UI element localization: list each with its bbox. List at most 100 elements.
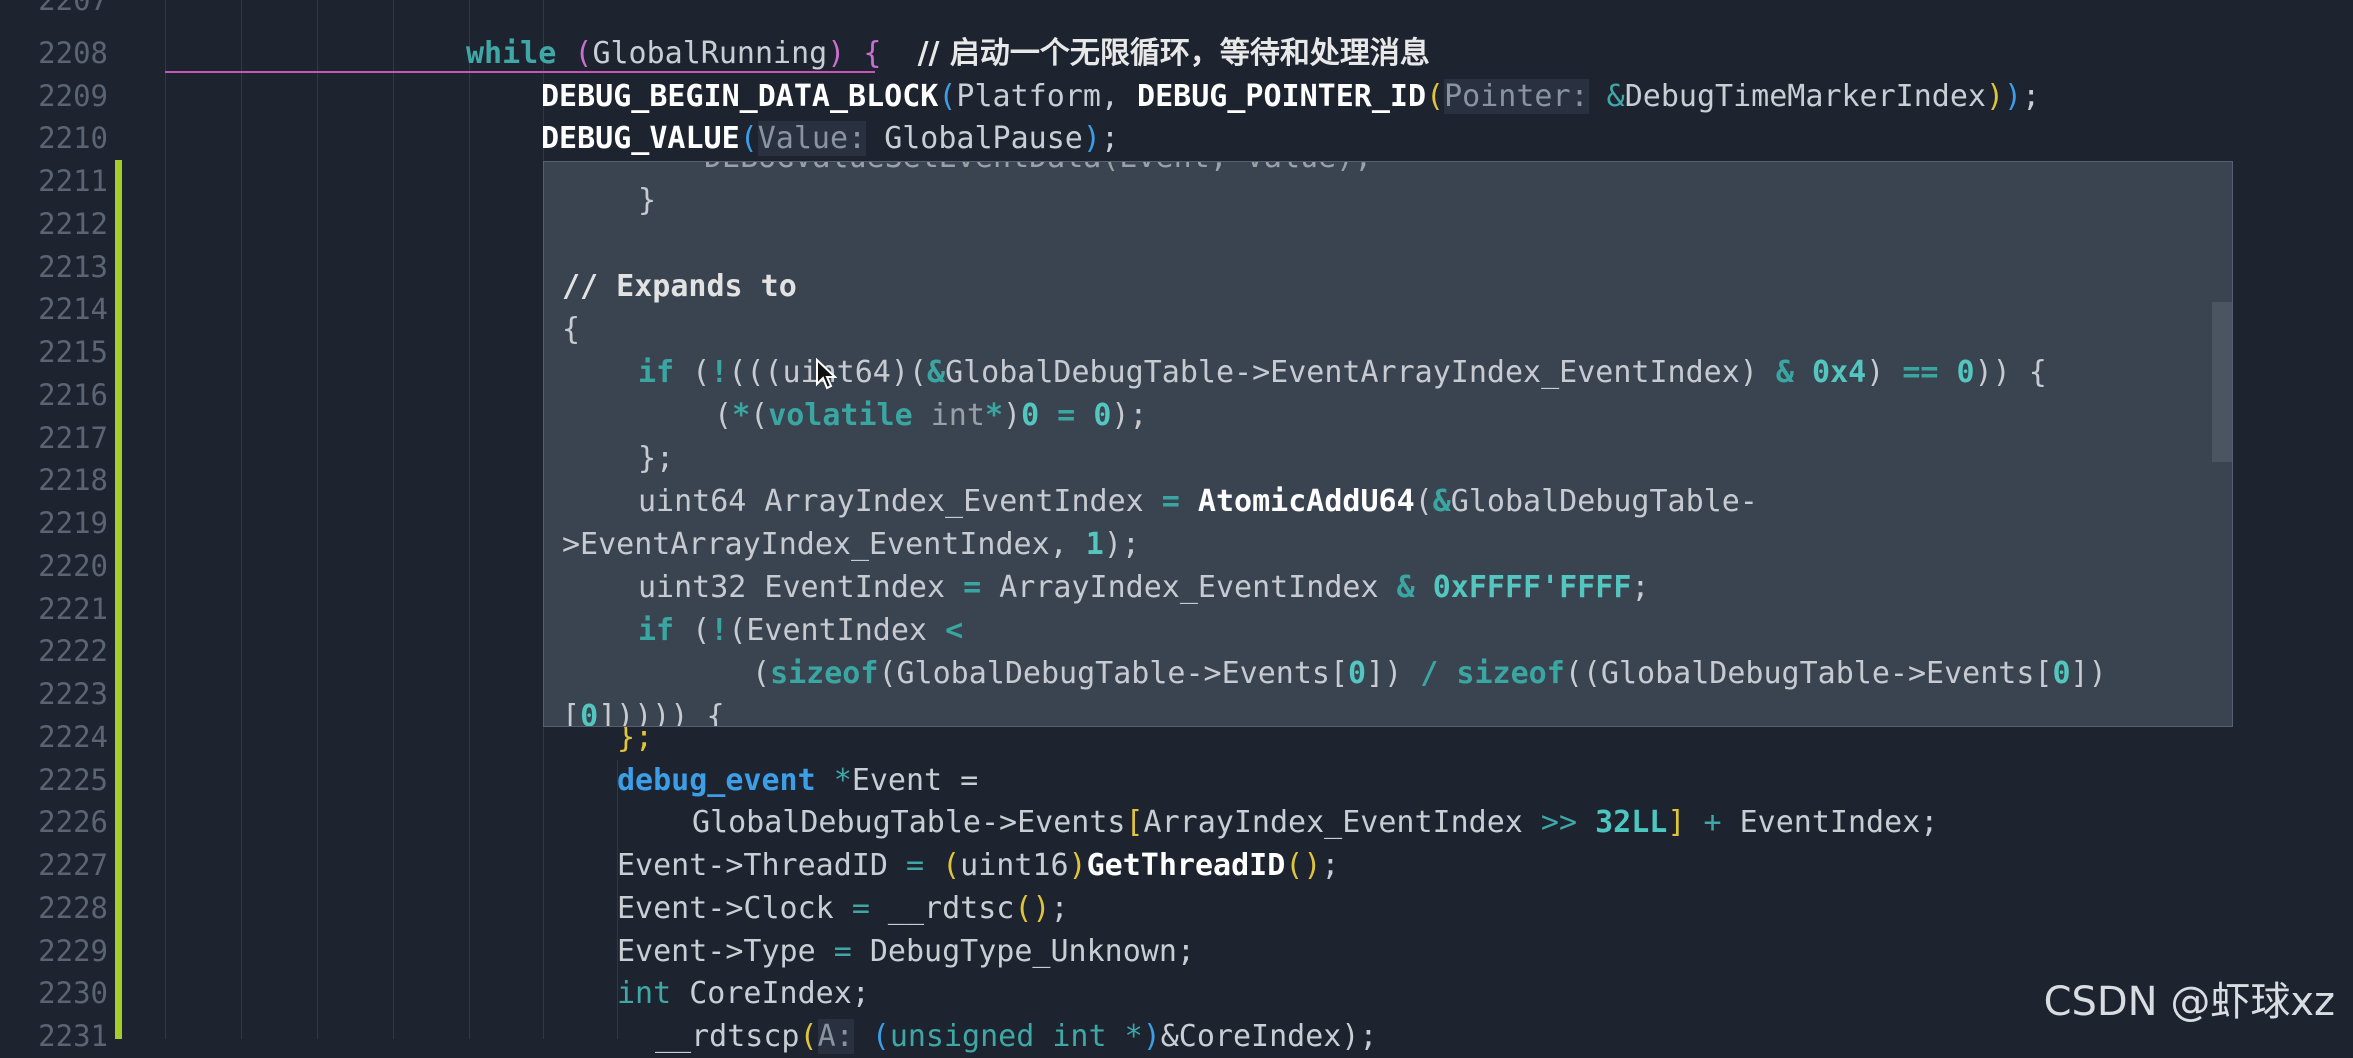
function-name: AtomicAddU64: [1179, 484, 1415, 519]
bracket: ]: [1667, 805, 1686, 840]
identifier: (GlobalDebugTable->Events[: [878, 656, 1349, 691]
expr: GlobalDebugTable->EventArrayIndex_EventI…: [945, 355, 1776, 390]
line-number: 2231: [38, 1019, 108, 1053]
paren: (: [924, 848, 961, 883]
paren: (: [574, 36, 593, 71]
paren: (: [674, 355, 711, 390]
line-number: 2211: [38, 164, 108, 198]
code-line-2209[interactable]: DEBUG_BEGIN_DATA_BLOCK(Platform, DEBUG_P…: [541, 75, 2040, 118]
number: 0: [2052, 656, 2071, 691]
code-line-2226[interactable]: GlobalDebugTable->Events[ArrayIndex_Even…: [692, 801, 1938, 844]
operator: *: [984, 398, 1003, 433]
paren: );: [1111, 398, 1148, 433]
paren: (: [750, 398, 769, 433]
line-number: 2221: [38, 592, 108, 626]
inlay-hint: Value:: [757, 121, 867, 156]
bracket: [: [562, 699, 581, 727]
semicolon: ;: [1631, 570, 1650, 605]
operator: *: [815, 763, 852, 798]
line-number: 2208: [38, 36, 108, 70]
popup-line: {: [562, 312, 581, 347]
semicolon: ;: [2022, 79, 2041, 114]
operator: =: [1039, 398, 1094, 433]
code-line-2229[interactable]: Event->Type = DebugType_Unknown;: [617, 930, 1195, 973]
paren: );: [1103, 527, 1140, 562]
number: 32LL: [1577, 805, 1668, 840]
keyword: while: [466, 36, 557, 71]
paren: ])))) {: [598, 699, 725, 727]
number: 0x4: [1812, 355, 1867, 390]
popup-line: [0])))) {: [562, 695, 725, 727]
code-line-2208[interactable]: while (GlobalRunning) { // 启动一个无限循环，等待和处…: [466, 32, 1430, 75]
line-number: 2228: [38, 891, 108, 925]
paren: ): [1068, 848, 1087, 883]
code-line-2210[interactable]: DEBUG_VALUE(Value: GlobalPause);: [541, 117, 1119, 160]
keyword: sizeof: [770, 656, 879, 691]
keyword: if: [638, 355, 675, 390]
number: 0: [1093, 398, 1112, 433]
line-number: 2207: [38, 0, 108, 17]
paren: (: [1414, 484, 1433, 519]
operator: !: [710, 613, 729, 648]
inlay-hint: Pointer:: [1444, 79, 1589, 114]
comment: // 启动一个无限循环，等待和处理消息: [917, 36, 1430, 71]
code-line-2230[interactable]: int CoreIndex;: [617, 972, 870, 1015]
function-name: DEBUG_VALUE: [541, 121, 740, 156]
popup-line: >EventArrayIndex_EventIndex, 1);: [562, 523, 1140, 566]
popup-line: uint32 EventIndex = ArrayIndex_EventInde…: [638, 566, 1649, 609]
operator: =: [833, 934, 852, 969]
code-line-2231[interactable]: __rdtscp(A: (unsigned int *)&CoreIndex);: [655, 1015, 1378, 1058]
indent-guide: [165, 0, 166, 1039]
indent-guide: [241, 0, 242, 1039]
paren: (): [1014, 891, 1051, 926]
number: 0: [1021, 398, 1040, 433]
watermark: CSDN @虾球xz: [2043, 979, 2335, 1025]
identifier: GlobalDebugTable->Events: [692, 805, 1126, 840]
popup-line: if (!(((uint64)(&GlobalDebugTable->Event…: [638, 351, 2047, 394]
line-number: 2227: [38, 848, 108, 882]
identifier: EventIndex: [746, 570, 964, 605]
operator: <: [945, 613, 964, 648]
brace: {: [863, 36, 882, 71]
paren: ): [1082, 121, 1101, 156]
identifier: CoreIndex;: [671, 976, 870, 1011]
paren: ): [1003, 398, 1022, 433]
line-number-gutter: 2207 2208 2209 2210 2211 2212 2213 2214 …: [0, 0, 118, 1053]
type-name: unsigned int *: [889, 1019, 1143, 1054]
macro-expansion-popup[interactable]: DEBUGValueSetEventData(Event, Value); } …: [543, 161, 2233, 727]
operator: *: [732, 398, 751, 433]
popup-scrollbar[interactable]: [2212, 302, 2232, 462]
code-line-2227[interactable]: Event->ThreadID = (uint16)GetThreadID();: [617, 844, 1339, 887]
type-name: uint32: [638, 570, 747, 605]
popup-line: };: [638, 441, 675, 476]
operator: +: [1685, 805, 1740, 840]
paren: ]): [1366, 656, 1421, 691]
function-name: GetThreadID: [1086, 848, 1286, 883]
code-line-2225[interactable]: debug_event *Event =: [617, 759, 978, 802]
number: 0: [1348, 656, 1367, 691]
line-number: 2218: [38, 463, 108, 497]
line-number: 2219: [38, 506, 108, 540]
identifier: &CoreIndex);: [1160, 1019, 1378, 1054]
keyword: sizeof: [1438, 656, 1565, 691]
line-number: 2222: [38, 634, 108, 668]
indent-guide: [317, 0, 318, 1039]
paren: ): [1142, 1019, 1161, 1054]
line-number: 2214: [38, 292, 108, 326]
operator: &: [1396, 570, 1415, 605]
operator: =: [905, 848, 925, 883]
paren: )) {: [1974, 355, 2047, 390]
line-number: 2226: [38, 805, 108, 839]
argument: Platform,: [956, 79, 1138, 114]
identifier: ArrayIndex_EventIndex: [746, 484, 1162, 519]
number: 0: [580, 699, 599, 727]
operator: &: [1775, 355, 1813, 390]
operator: >>: [1540, 805, 1578, 840]
identifier: (EventIndex: [728, 613, 946, 648]
line-number: 2212: [38, 207, 108, 241]
code-line-2228[interactable]: Event->Clock = __rdtsc();: [617, 887, 1069, 930]
operator: =: [851, 891, 870, 926]
operator: ==: [1902, 355, 1939, 390]
operator: &: [1432, 484, 1451, 519]
popup-line: (*(volatile int*)0 = 0);: [714, 394, 1148, 437]
